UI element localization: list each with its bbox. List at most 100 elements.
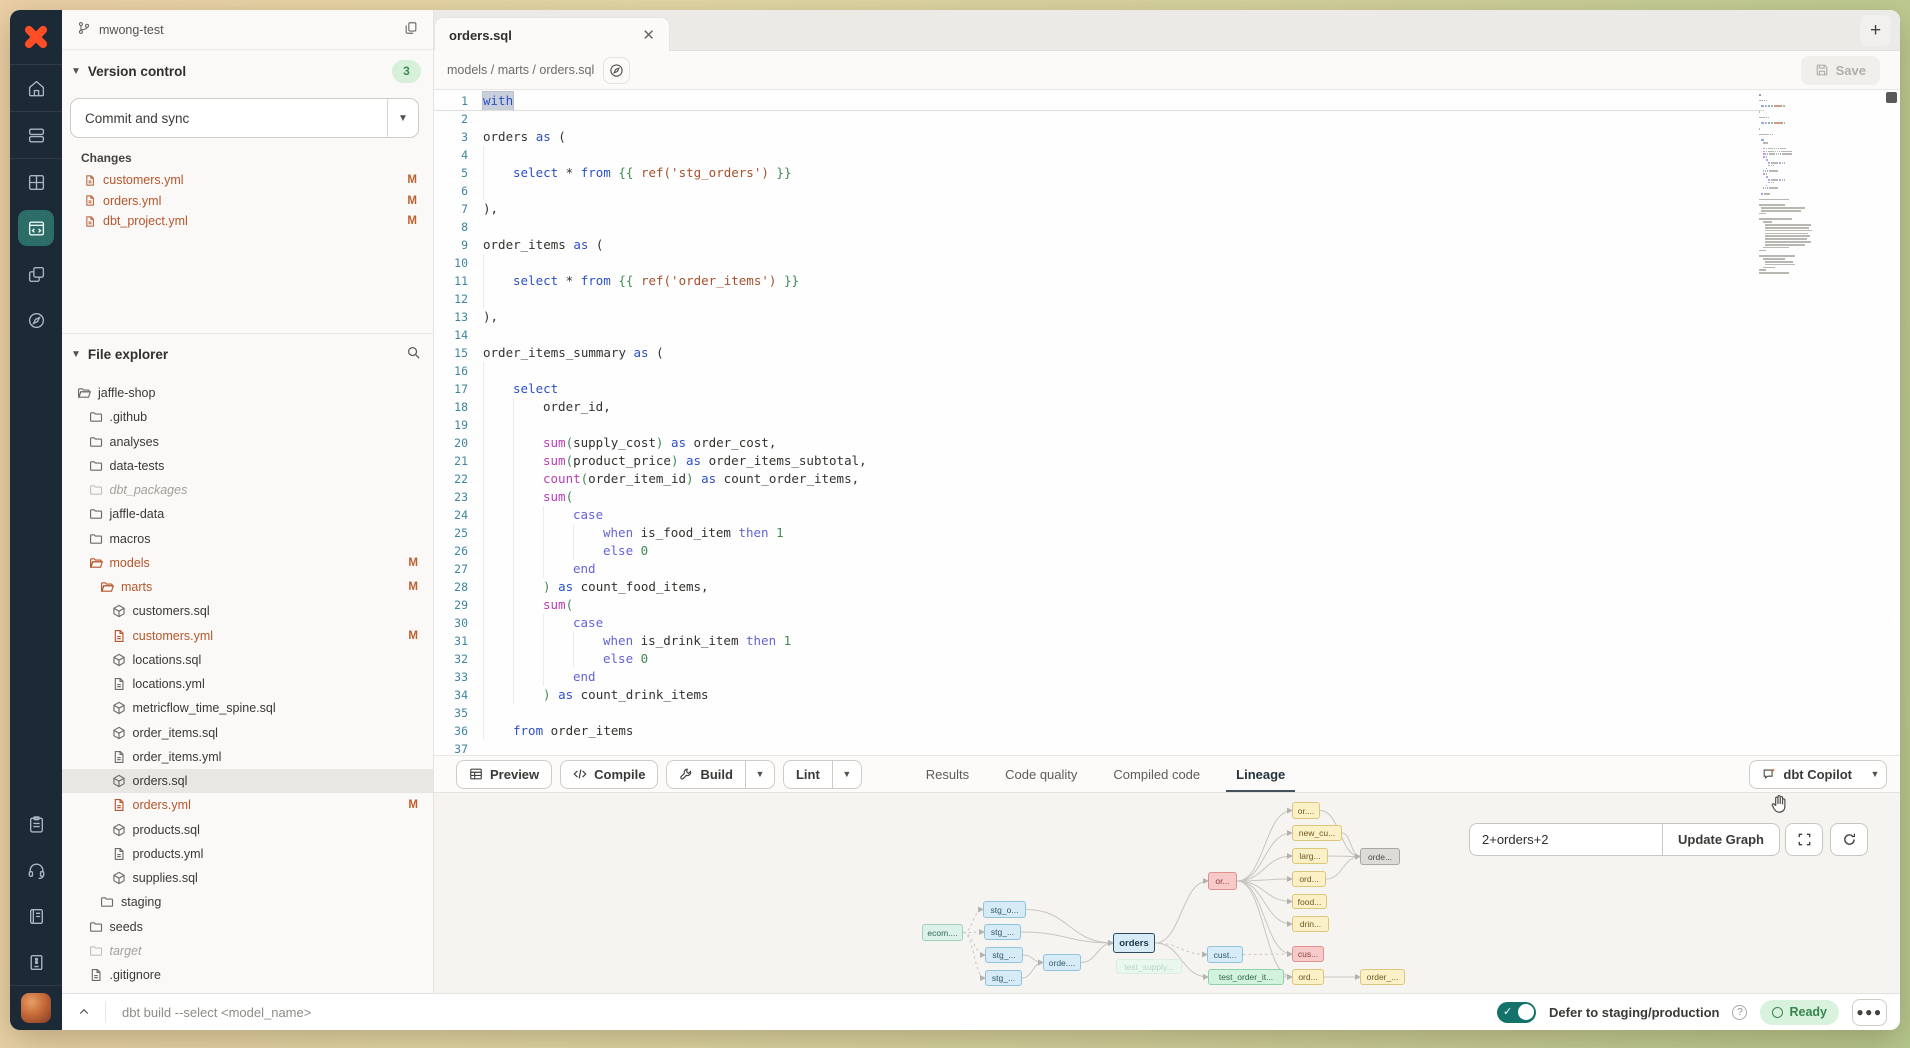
code-line[interactable]: 26else 0 — [434, 542, 867, 560]
code-line[interactable]: 12 — [434, 290, 867, 308]
code-line[interactable]: 28) as count_food_items, — [434, 578, 867, 596]
defer-toggle[interactable]: ✓ — [1497, 1002, 1536, 1023]
code-line[interactable]: 16 — [434, 362, 867, 380]
lineage-node-ordy[interactable]: ord... — [1292, 969, 1324, 985]
code-line[interactable]: 15order_items_summary as ( — [434, 344, 867, 362]
tree-item-seeds[interactable]: seeds — [62, 915, 433, 939]
compile-button[interactable]: Compile — [560, 760, 658, 789]
code-line[interactable]: 30case — [434, 614, 867, 632]
code-line[interactable]: 20sum(supply_cost) as order_cost, — [434, 434, 867, 452]
stack-icon[interactable] — [10, 112, 62, 158]
commit-dropdown-chevron-icon[interactable]: ▼ — [387, 99, 418, 137]
lineage-node-ord2[interactable]: order_... — [1360, 969, 1405, 985]
code-line[interactable]: 7), — [434, 200, 867, 218]
notebook-icon[interactable] — [10, 893, 62, 939]
code-line[interactable]: 24case — [434, 506, 867, 524]
update-graph-button[interactable]: Update Graph — [1662, 823, 1780, 856]
lineage-node-stg1[interactable]: stg_o... — [983, 901, 1026, 918]
lineage-node-y4[interactable]: ord... — [1292, 871, 1326, 887]
code-line[interactable]: 10 — [434, 254, 867, 272]
code-line[interactable]: 36from order_items — [434, 722, 867, 740]
lineage-node-y3[interactable]: larg... — [1292, 848, 1328, 864]
lineage-node-y1[interactable]: or.... — [1292, 802, 1320, 819]
code-line[interactable]: 35 — [434, 704, 867, 722]
code-line[interactable]: 3orders as ( — [434, 128, 867, 146]
code-line[interactable]: 8 — [434, 218, 867, 236]
results-tab-results[interactable]: Results — [926, 756, 969, 793]
code-line[interactable]: 11select * from {{ ref('order_items') }} — [434, 272, 867, 290]
lineage-node-y6[interactable]: drin... — [1292, 916, 1329, 932]
lineage-selector-input[interactable] — [1469, 823, 1662, 856]
collapse-command-bar-button[interactable] — [72, 1000, 96, 1024]
tree-item-order-items.sql[interactable]: order_items.sql — [62, 721, 433, 745]
dbt-logo-icon[interactable] — [10, 10, 62, 64]
results-tab-compiled-code[interactable]: Compiled code — [1113, 756, 1200, 793]
refresh-button[interactable] — [1830, 823, 1868, 856]
search-icon[interactable] — [406, 345, 421, 363]
lineage-node-toi[interactable]: test_order_it... — [1208, 969, 1284, 985]
code-line[interactable]: 22count(order_item_id) as count_order_it… — [434, 470, 867, 488]
lineage-node-orders[interactable]: orders — [1113, 933, 1155, 953]
fullscreen-button[interactable] — [1785, 823, 1823, 856]
lineage-node-grey[interactable]: orde... — [1360, 848, 1400, 865]
scrollbar-thumb[interactable] — [1886, 92, 1897, 103]
commit-and-sync-button[interactable]: Commit and sync ▼ — [70, 98, 419, 138]
code-line[interactable]: 14 — [434, 326, 867, 344]
command-input[interactable]: dbt build --select <model_name> — [122, 1005, 311, 1020]
lineage-node-orp[interactable]: or... — [1208, 872, 1237, 890]
more-options-button[interactable]: ●●● — [1852, 999, 1887, 1026]
code-line[interactable]: 32else 0 — [434, 650, 867, 668]
grid-icon[interactable] — [10, 159, 62, 205]
tree-item-customers.yml[interactable]: customers.ymlM — [62, 624, 433, 648]
clipboard-icon[interactable] — [10, 801, 62, 847]
save-button[interactable]: Save — [1801, 56, 1880, 85]
copy-files-icon[interactable] — [404, 21, 418, 38]
file-explorer-header[interactable]: ▼ File explorer — [71, 341, 421, 367]
lineage-panel[interactable]: ecom....stg_o...stg_...stg_...stg_...ord… — [434, 792, 1900, 993]
code-line[interactable]: 37 — [434, 740, 867, 755]
home-icon[interactable] — [10, 65, 62, 111]
minimap[interactable] — [1758, 94, 1824, 275]
code-line[interactable]: 29sum( — [434, 596, 867, 614]
help-question-icon[interactable]: ? — [1732, 1005, 1747, 1020]
lineage-node-stg3[interactable]: stg_... — [985, 947, 1023, 963]
code-line[interactable]: 18order_id, — [434, 398, 867, 416]
tree-item-products.sql[interactable]: products.sql — [62, 818, 433, 842]
tree-item-supplies.sql[interactable]: supplies.sql — [62, 866, 433, 890]
lineage-node-stg4[interactable]: stg_... — [985, 970, 1022, 986]
results-tab-code-quality[interactable]: Code quality — [1005, 756, 1077, 793]
branch-name[interactable]: mwong-test — [99, 23, 164, 37]
dbt-copilot-button[interactable]: dbt Copilot ▼ — [1749, 760, 1887, 789]
tree-item-marts[interactable]: martsM — [62, 575, 433, 599]
windows-icon[interactable] — [10, 251, 62, 297]
tree-item-.gitignore[interactable]: .gitignore — [62, 963, 433, 987]
tree-item-products.yml[interactable]: products.yml — [62, 842, 433, 866]
tree-item-order-items.yml[interactable]: order_items.yml — [62, 745, 433, 769]
tree-item-orders.sql[interactable]: orders.sql — [62, 769, 433, 793]
lineage-node-cust[interactable]: cust... — [1207, 946, 1243, 963]
tab-orders-sql[interactable]: orders.sql ✕ — [434, 17, 670, 52]
code-line[interactable]: 25when is_food_item then 1 — [434, 524, 867, 542]
results-tab-lineage[interactable]: Lineage — [1236, 756, 1285, 793]
tree-item-data-tests[interactable]: data-tests — [62, 454, 433, 478]
code-line[interactable]: 23sum( — [434, 488, 867, 506]
build-dropdown-chevron-icon[interactable]: ▼ — [745, 761, 774, 788]
lineage-node-y5[interactable]: food... — [1292, 894, 1327, 909]
code-line[interactable]: 19 — [434, 416, 867, 434]
copilot-dropdown-chevron-icon[interactable]: ▼ — [1864, 761, 1886, 788]
tree-item-customers.sql[interactable]: customers.sql — [62, 599, 433, 623]
code-editor[interactable]: 1with23orders as (45select * from {{ ref… — [434, 90, 1900, 755]
code-line[interactable]: 1with — [434, 92, 867, 110]
lineage-node-stg2[interactable]: stg_... — [984, 924, 1021, 940]
code-line[interactable]: 2 — [434, 110, 867, 128]
avatar[interactable] — [10, 986, 62, 1030]
tree-item-metricflow-time-spine.sql[interactable]: metricflow_time_spine.sql — [62, 696, 433, 720]
navigate-compass-icon[interactable] — [603, 57, 630, 84]
tree-item-dbt-packages[interactable]: dbt_packages — [62, 478, 433, 502]
code-line[interactable]: 9order_items as ( — [434, 236, 867, 254]
tree-item-staging[interactable]: staging — [62, 890, 433, 914]
tree-item-analyses[interactable]: analyses — [62, 430, 433, 454]
build-button[interactable]: Build ▼ — [666, 760, 775, 789]
code-line[interactable]: 13), — [434, 308, 867, 326]
tree-item-orders.yml[interactable]: orders.ymlM — [62, 793, 433, 817]
